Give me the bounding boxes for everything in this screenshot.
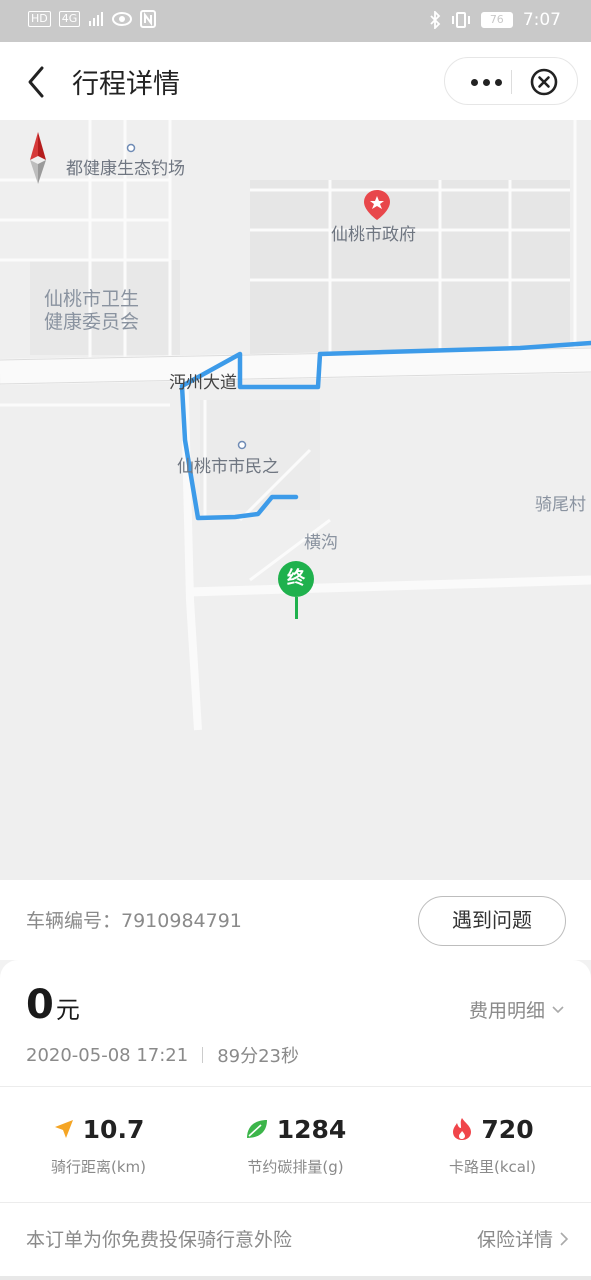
trip-date: 2020-05-08 17:21 <box>26 1044 189 1066</box>
title-bar: 行程详情 <box>0 42 591 120</box>
fee-detail-label: 费用明细 <box>468 1000 545 1022</box>
map-label-fishing: 都健康生态钓场 <box>66 159 185 179</box>
vibrate-icon <box>451 12 470 28</box>
flame-icon <box>453 1118 472 1140</box>
chevron-right-icon <box>560 1231 569 1246</box>
order-amount: 0元 <box>26 982 80 1028</box>
map-label-qiwei: 骑尾村 <box>535 495 586 515</box>
end-marker: 终 <box>278 561 314 619</box>
stat-calories-label: 卡路里(kcal) <box>449 1158 536 1176</box>
more-icon[interactable] <box>463 58 509 106</box>
stat-carbon-label: 节约碳排量(g) <box>247 1158 344 1176</box>
map-label-road: 沔州大道 <box>169 373 237 393</box>
amount-unit: 元 <box>55 996 80 1024</box>
clock: 7:07 <box>522 10 561 30</box>
map-label-civil: 仙桃市市民之 <box>177 457 279 477</box>
stat-distance-label: 骑行距离(km) <box>50 1158 146 1176</box>
map-label-henggou: 横沟 <box>304 533 338 553</box>
poi-dot-icon <box>126 143 136 153</box>
stat-carbon: 1284 节约碳排量(g) <box>197 1112 394 1177</box>
fee-detail-link[interactable]: 费用明细 <box>469 996 565 1023</box>
stat-carbon-value: 1284 <box>276 1114 347 1144</box>
insurance-text: 本订单为你免费投保骑行意外险 <box>26 1229 293 1251</box>
bluetooth-icon <box>430 11 441 29</box>
stat-distance: 10.7 骑行距离(km) <box>0 1112 197 1177</box>
order-card: 0元 费用明细 2020-05-08 17:21 89分23秒 10.7 骑行距… <box>0 960 591 1280</box>
stat-calories: 720 卡路里(kcal) <box>394 1112 591 1177</box>
vehicle-number: 车辆编号：7910984791 <box>26 910 242 932</box>
map-label-government: 仙桃市政府 <box>331 225 416 245</box>
trip-map[interactable]: 都健康生态钓场 仙桃市政府 仙桃市卫生 健康委员会 沔州大道 仙桃市市民之 骑尾… <box>0 120 591 880</box>
amount-value: 0 <box>26 982 54 1028</box>
eye-icon <box>112 12 133 26</box>
poi-dot-icon <box>237 440 247 450</box>
hd-badge: HD <box>28 11 51 27</box>
network-badge: 4G <box>58 11 81 27</box>
bottom-edge <box>0 1276 591 1280</box>
nfc-icon <box>140 10 157 28</box>
stat-distance-value: 10.7 <box>82 1114 145 1144</box>
vehicle-row: 车辆编号：7910984791 遇到问题 <box>0 880 591 960</box>
stat-calories-value: 720 <box>481 1114 534 1144</box>
chevron-down-icon <box>552 1005 564 1013</box>
status-bar: HD 4G 76 7:07 <box>0 0 591 42</box>
report-issue-button[interactable]: 遇到问题 <box>418 896 566 946</box>
signal-icon <box>89 12 104 26</box>
insurance-detail-label: 保险详情 <box>476 1229 553 1251</box>
close-icon[interactable] <box>529 67 559 97</box>
insurance-detail-link[interactable]: 保险详情 <box>477 1225 569 1252</box>
back-icon[interactable] <box>24 64 50 100</box>
trip-duration: 89分23秒 <box>217 1046 300 1067</box>
page-title: 行程详情 <box>72 69 180 100</box>
map-label-health: 健康委员会 <box>44 311 140 333</box>
compass-icon <box>30 132 46 184</box>
battery-icon: 76 <box>480 12 513 28</box>
trip-meta: 2020-05-08 17:21 89分23秒 <box>26 1042 299 1068</box>
navigation-arrow-icon <box>54 1120 73 1138</box>
map-canvas <box>0 120 591 731</box>
mini-program-capsule <box>444 57 578 105</box>
leaf-icon <box>246 1120 267 1138</box>
end-marker-label: 终 <box>278 561 314 597</box>
